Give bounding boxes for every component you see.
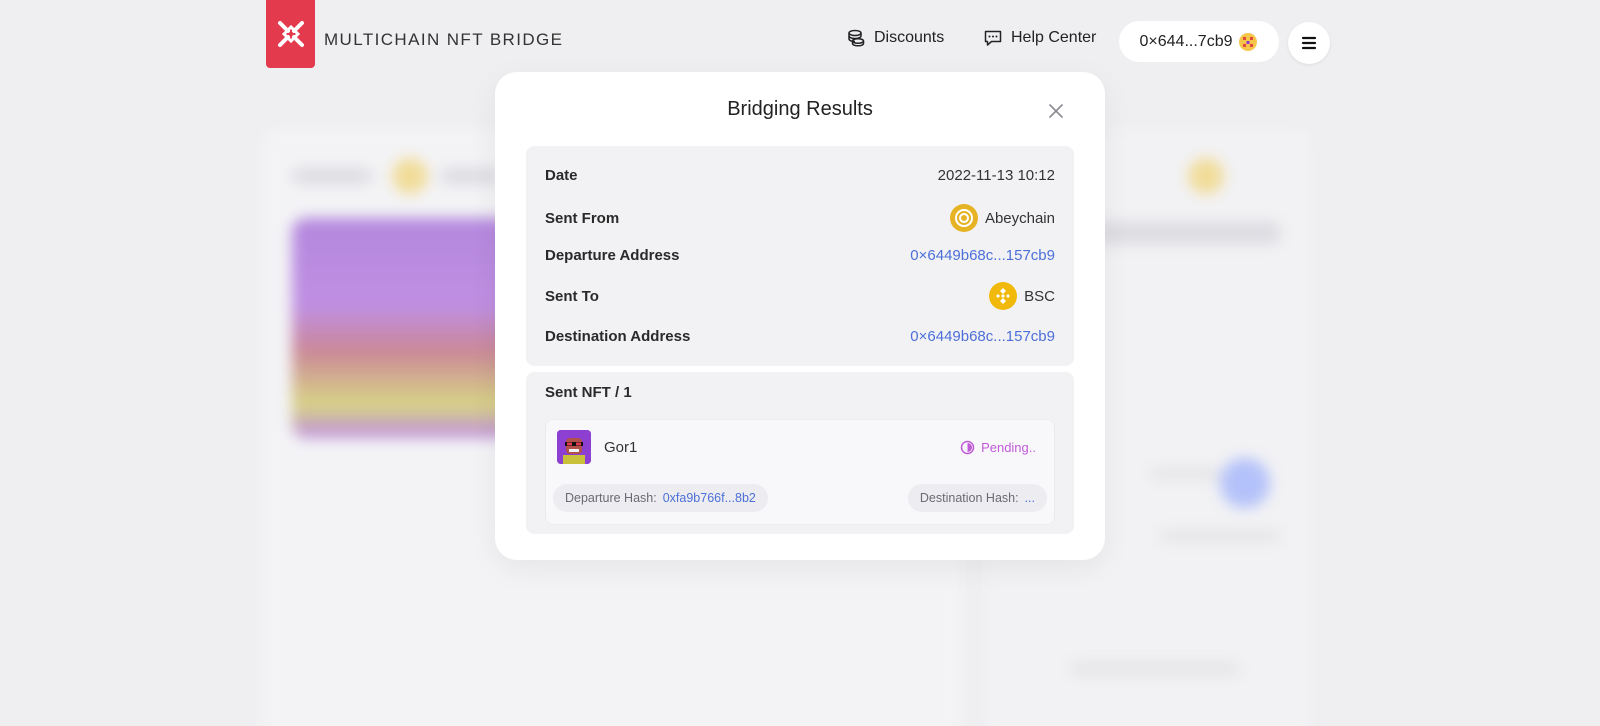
modal-title: Bridging Results	[727, 98, 873, 120]
sent-to-row: Sent To BSC	[545, 280, 1055, 312]
sent-from-label: Sent From	[545, 209, 620, 227]
abeychain-icon	[949, 204, 978, 232]
close-icon	[1049, 104, 1063, 118]
sent-from-chain: Abeychain	[949, 204, 1055, 232]
destination-hash-link[interactable]: ...	[1025, 491, 1035, 505]
destination-hash-label: Destination Hash:	[919, 491, 1019, 505]
nft-thumbnail	[557, 430, 591, 464]
pending-icon	[960, 440, 975, 455]
menu-button[interactable]	[1288, 22, 1330, 64]
xp-logo-icon	[277, 21, 304, 47]
departure-hash-link[interactable]: 0xfa9b766f...8b2	[663, 491, 756, 505]
discounts-link[interactable]: Discounts	[846, 28, 944, 48]
departure-address-link[interactable]: 0×6449b68c...157cb9	[910, 247, 1055, 264]
help-center-link[interactable]: Help Center	[983, 28, 1096, 48]
sent-nft-title: Sent NFT / 1	[545, 384, 632, 401]
chat-icon	[984, 30, 1002, 46]
departure-address-label: Departure Address	[545, 246, 680, 264]
date-value: 2022-11-13 10:12	[937, 166, 1055, 184]
nft-name: Gor1	[604, 439, 638, 456]
logo[interactable]	[266, 0, 315, 68]
nft-status: Pending..	[960, 440, 1036, 455]
sent-to-label: Sent To	[545, 287, 599, 305]
sent-from-row: Sent From Abeychain	[545, 202, 1055, 234]
help-center-label: Help Center	[1011, 29, 1097, 46]
bsc-icon	[989, 282, 1018, 310]
sent-to-chain: BSC	[989, 282, 1055, 310]
sent-from-value: Abeychain	[984, 209, 1055, 227]
close-button[interactable]	[1045, 100, 1067, 122]
date-label: Date	[545, 166, 578, 184]
departure-hash-label: Departure Hash:	[565, 491, 657, 505]
destination-hash-pill: Destination Hash: ...	[907, 484, 1047, 512]
transfer-info-card: Date 2022-11-13 10:12 Sent From Abeychai…	[526, 146, 1074, 366]
wallet-button[interactable]: 0×644...7cb9	[1119, 21, 1279, 62]
sent-nft-card: Sent NFT / 1 Gor1 Pending.. Departure Ha…	[526, 372, 1074, 534]
brand-name: MULTICHAIN NFT BRIDGE	[324, 30, 564, 49]
date-row: Date 2022-11-13 10:12	[545, 163, 1055, 187]
nft-list-item: Gor1 Pending.. Departure Hash: 0xfa9b766…	[545, 419, 1055, 525]
wallet-avatar-icon	[1239, 32, 1258, 51]
bridging-results-modal: Bridging Results Date 2022-11-13 10:12 S…	[495, 72, 1105, 560]
hamburger-icon	[1301, 36, 1317, 50]
sent-to-value: BSC	[1024, 287, 1055, 305]
nft-status-label: Pending..	[981, 440, 1036, 455]
coins-icon	[848, 29, 865, 47]
destination-address-label: Destination Address	[545, 327, 691, 345]
departure-address-row: Departure Address 0×6449b68c...157cb9	[545, 243, 1055, 267]
wallet-address: 0×644...7cb9	[1139, 32, 1233, 50]
discounts-label: Discounts	[874, 29, 945, 46]
departure-hash-pill: Departure Hash: 0xfa9b766f...8b2	[553, 484, 768, 512]
header: MULTICHAIN NFT BRIDGE Discounts Help Cen…	[0, 0, 1600, 80]
destination-address-row: Destination Address 0×6449b68c...157cb9	[545, 324, 1055, 348]
destination-address-link[interactable]: 0×6449b68c...157cb9	[910, 328, 1055, 345]
